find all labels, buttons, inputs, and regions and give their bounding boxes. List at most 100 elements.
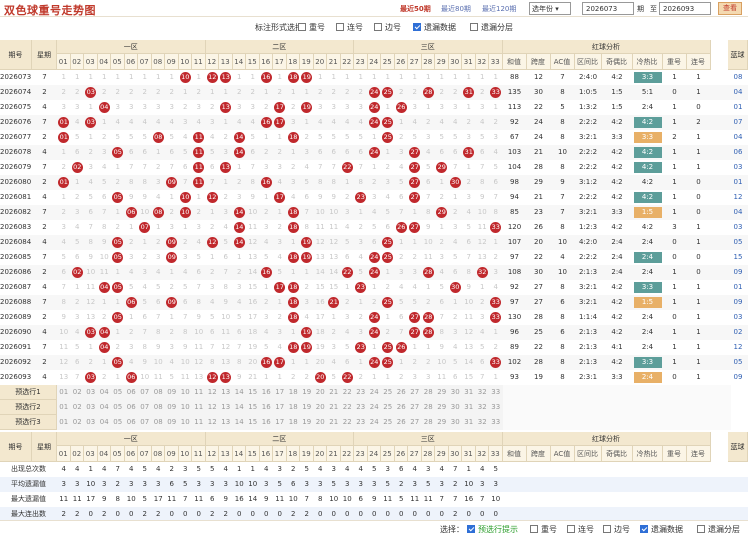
preview-number-cell[interactable]: 31 bbox=[462, 415, 476, 430]
preview-number-cell[interactable]: 04 bbox=[97, 385, 111, 400]
preview-number-cell[interactable]: 28 bbox=[421, 400, 435, 415]
preview-number-cell[interactable]: 15 bbox=[246, 415, 260, 430]
preview-number-cell[interactable]: 23 bbox=[354, 400, 368, 415]
preview-number-cell[interactable]: 29 bbox=[435, 400, 449, 415]
footer-checkbox-miss-layer[interactable] bbox=[697, 525, 705, 533]
preview-number-cell[interactable]: 06 bbox=[124, 385, 138, 400]
preview-number-cell[interactable]: 09 bbox=[165, 385, 179, 400]
preview-number-cell[interactable]: 18 bbox=[286, 385, 300, 400]
preview-number-cell[interactable]: 22 bbox=[340, 400, 354, 415]
preview-number-cell[interactable]: 33 bbox=[489, 400, 503, 415]
from-period-input[interactable]: 2026073 bbox=[582, 2, 634, 15]
preview-number-cell[interactable]: 30 bbox=[448, 385, 462, 400]
preview-number-cell[interactable]: 24 bbox=[367, 415, 381, 430]
year-select[interactable]: 选年份 ▾ bbox=[529, 2, 571, 15]
preview-number-cell[interactable]: 28 bbox=[421, 415, 435, 430]
preview-number-cell[interactable]: 31 bbox=[462, 385, 476, 400]
preview-number-cell[interactable]: 23 bbox=[354, 385, 368, 400]
preview-number-cell[interactable]: 13 bbox=[219, 400, 233, 415]
recent-120-link[interactable]: 最近120期 bbox=[482, 4, 516, 14]
preview-number-cell[interactable]: 14 bbox=[232, 415, 246, 430]
preview-number-cell[interactable]: 31 bbox=[462, 400, 476, 415]
preview-number-cell[interactable]: 11 bbox=[192, 415, 206, 430]
preview-number-cell[interactable]: 17 bbox=[273, 400, 287, 415]
preview-number-cell[interactable]: 32 bbox=[475, 415, 489, 430]
preview-number-cell[interactable]: 02 bbox=[70, 400, 84, 415]
preview-number-cell[interactable]: 02 bbox=[70, 415, 84, 430]
preview-number-cell[interactable]: 25 bbox=[381, 415, 395, 430]
preview-number-cell[interactable]: 32 bbox=[475, 385, 489, 400]
preview-number-cell[interactable]: 09 bbox=[165, 415, 179, 430]
preview-number-cell[interactable]: 11 bbox=[192, 385, 206, 400]
preview-number-cell[interactable]: 16 bbox=[259, 415, 273, 430]
preview-number-cell[interactable]: 22 bbox=[340, 385, 354, 400]
preview-number-cell[interactable]: 03 bbox=[84, 415, 98, 430]
preview-number-cell[interactable]: 01 bbox=[57, 415, 71, 430]
preview-number-cell[interactable]: 18 bbox=[286, 400, 300, 415]
preview-number-cell[interactable]: 13 bbox=[219, 415, 233, 430]
footer-checkbox-edge[interactable] bbox=[603, 525, 611, 533]
preview-number-cell[interactable]: 21 bbox=[327, 400, 341, 415]
checkbox-miss-layer[interactable] bbox=[470, 23, 478, 31]
preview-number-cell[interactable]: 05 bbox=[111, 415, 125, 430]
preview-number-cell[interactable]: 07 bbox=[138, 400, 152, 415]
preview-number-cell[interactable]: 14 bbox=[232, 400, 246, 415]
to-period-input[interactable]: 2026093 bbox=[659, 2, 711, 15]
preview-number-cell[interactable]: 24 bbox=[367, 400, 381, 415]
preview-number-cell[interactable]: 09 bbox=[165, 400, 179, 415]
preview-number-cell[interactable]: 16 bbox=[259, 385, 273, 400]
checkbox-repeat[interactable] bbox=[298, 23, 306, 31]
preview-number-cell[interactable]: 03 bbox=[84, 400, 98, 415]
checkbox-miss-data[interactable] bbox=[413, 23, 421, 31]
preview-number-cell[interactable]: 28 bbox=[421, 385, 435, 400]
preview-number-cell[interactable]: 21 bbox=[327, 385, 341, 400]
checkbox-edge[interactable] bbox=[374, 23, 382, 31]
preview-number-cell[interactable]: 20 bbox=[313, 400, 327, 415]
preview-number-cell[interactable]: 21 bbox=[327, 415, 341, 430]
preview-number-cell[interactable]: 16 bbox=[259, 400, 273, 415]
footer-checkbox-repeat[interactable] bbox=[530, 525, 538, 533]
preview-number-cell[interactable]: 15 bbox=[246, 385, 260, 400]
preview-number-cell[interactable]: 14 bbox=[232, 385, 246, 400]
preview-number-cell[interactable]: 32 bbox=[475, 400, 489, 415]
preview-number-cell[interactable]: 17 bbox=[273, 415, 287, 430]
preview-number-cell[interactable]: 19 bbox=[300, 400, 314, 415]
query-button[interactable]: 查看 bbox=[718, 2, 742, 15]
preview-number-cell[interactable]: 04 bbox=[97, 400, 111, 415]
preview-number-cell[interactable]: 20 bbox=[313, 415, 327, 430]
preview-number-cell[interactable]: 13 bbox=[219, 385, 233, 400]
top-period-header[interactable]: 期号 bbox=[0, 40, 32, 70]
preview-number-cell[interactable]: 12 bbox=[205, 415, 219, 430]
preview-number-cell[interactable]: 24 bbox=[367, 385, 381, 400]
preview-number-cell[interactable]: 20 bbox=[313, 385, 327, 400]
preview-number-cell[interactable]: 01 bbox=[57, 385, 71, 400]
preview-number-cell[interactable]: 17 bbox=[273, 385, 287, 400]
preview-number-cell[interactable]: 05 bbox=[111, 400, 125, 415]
preview-number-cell[interactable]: 29 bbox=[435, 385, 449, 400]
preview-number-cell[interactable]: 10 bbox=[178, 400, 192, 415]
preview-number-cell[interactable]: 12 bbox=[205, 385, 219, 400]
preview-number-cell[interactable]: 25 bbox=[381, 385, 395, 400]
preview-number-cell[interactable]: 12 bbox=[205, 400, 219, 415]
preview-number-cell[interactable]: 08 bbox=[151, 415, 165, 430]
preview-number-cell[interactable]: 08 bbox=[151, 385, 165, 400]
recent-50-link[interactable]: 最近50期 bbox=[400, 4, 431, 14]
preview-number-cell[interactable]: 25 bbox=[381, 400, 395, 415]
recent-80-link[interactable]: 最近80期 bbox=[441, 4, 471, 14]
preview-number-cell[interactable]: 11 bbox=[192, 400, 206, 415]
preview-number-cell[interactable]: 10 bbox=[178, 415, 192, 430]
preview-number-cell[interactable]: 04 bbox=[97, 415, 111, 430]
preview-number-cell[interactable]: 19 bbox=[300, 415, 314, 430]
bottom-period-header[interactable]: 期号 bbox=[0, 432, 32, 462]
preview-number-cell[interactable]: 19 bbox=[300, 385, 314, 400]
preview-number-cell[interactable]: 06 bbox=[124, 415, 138, 430]
preview-number-cell[interactable]: 15 bbox=[246, 400, 260, 415]
preview-number-cell[interactable]: 33 bbox=[489, 415, 503, 430]
preview-number-cell[interactable]: 29 bbox=[435, 415, 449, 430]
preview-number-cell[interactable]: 27 bbox=[408, 415, 422, 430]
footer-checkbox-preview[interactable] bbox=[467, 525, 475, 533]
checkbox-consecutive[interactable] bbox=[336, 23, 344, 31]
preview-number-cell[interactable]: 33 bbox=[489, 385, 503, 400]
preview-number-cell[interactable]: 27 bbox=[408, 385, 422, 400]
preview-number-cell[interactable]: 10 bbox=[178, 385, 192, 400]
